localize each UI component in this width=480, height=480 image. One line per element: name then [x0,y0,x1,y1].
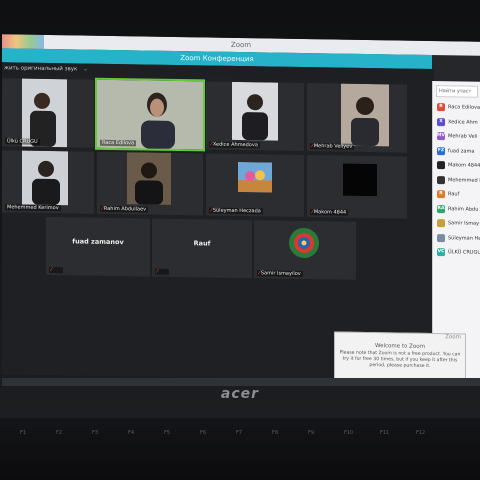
participant-name: ⁄Xedice Ahmedova [209,141,260,149]
participant-list-item[interactable]: Süleyman He [433,231,480,246]
participant-avatar [437,175,445,184]
participant-list-item[interactable]: R Rauf [433,187,480,202]
participant-avatar: R [437,190,445,199]
function-key: F3 [92,430,99,436]
participant-photo [22,150,68,206]
participant-name: ⁄Süleyman Heczada [209,207,263,215]
muted-mic-icon: ⁄ [211,141,212,148]
participant-name: Raca Edilova [100,139,137,147]
participant-photo [97,79,203,150]
popup-body: Please note that Zoom is not a free prod… [339,350,461,369]
participant-photo [341,83,389,147]
participant-photo [232,81,278,141]
keyboard: F1 F2 F3 F4 F5 F6 F7 F8 F9 F10 F11 F12 [0,418,480,480]
function-key: F10 [344,430,354,436]
video-tile[interactable]: Mehemmed Kerimov [2,150,94,214]
participant-list-name: Raca Edilova [448,104,480,112]
function-key: F6 [200,430,207,436]
function-key: F12 [416,430,426,436]
participant-list-name: Makom 4844 [448,162,480,170]
participant-list-item[interactable]: R Raca Edilova [433,100,480,115]
screen: Zoom Zoom Конференция жить оригинальный … [2,34,480,382]
participant-list-name: Süleyman He [448,235,480,242]
participant-name: Mehemmed Kerimov [5,204,61,212]
participant-list-item[interactable]: X Xedice Ahm [433,115,480,130]
participant-avatar: VC [437,248,445,257]
participant-list-name: Rahim Abdu [448,206,479,213]
participant-list-item[interactable]: Samir Ismay [433,216,480,231]
participant-list-name: ÜLKÜ CRUGU [448,249,480,257]
participant-avatar: MV [437,132,445,141]
video-tile[interactable]: ⁄Samir Ismayilov [254,220,356,280]
background-window-strip [2,34,44,49]
muted-mic-icon: ⁄ [312,143,313,150]
video-tile[interactable]: fuad zamanov ⁄ [46,216,150,277]
function-key: F7 [236,430,243,436]
function-key: F4 [128,430,135,436]
participant-avatar [343,163,377,197]
emblem-avatar [288,227,320,260]
participant-list-item[interactable]: FZ fuad zama [433,144,480,159]
participant-list-item[interactable]: VC ÜLKÜ CRUGU [433,245,480,260]
video-tile[interactable]: Rauf ⁄ [152,218,252,279]
muted-mic-icon: ⁄ [211,207,212,214]
participant-list-item[interactable]: RA Rahim Abdu [433,202,480,217]
popup-title: Zoom [445,334,461,341]
participant-display-name: fuad zamanov [72,237,124,246]
popup-heading: Welcome to Zoom [374,343,426,350]
function-key: F5 [164,430,171,436]
video-tile[interactable]: ⁄Xedice Ahmedova [206,81,304,151]
video-tile[interactable]: Ülkü CRUGU [2,78,94,148]
participant-display-name: Rauf [193,238,211,248]
participant-avatar: X [437,117,445,126]
muted-mic-icon: ⁄ [312,209,313,216]
video-tile-active-speaker[interactable]: Raca Edilova [95,77,205,152]
original-audio-toggle[interactable]: жить оригинальный звук [4,65,77,72]
participant-photo [127,152,171,205]
zoom-notification-popup[interactable]: Zoom Welcome to Zoom Please note that Zo… [334,331,466,382]
video-tile[interactable]: ⁄Makom 4844 [307,155,407,219]
function-key: F1 [20,430,27,436]
video-tile[interactable]: ⁄Mehrab Veliyev [307,83,407,153]
participant-avatar [238,161,272,193]
participant-list-name: Mehrab Veli [448,133,478,140]
chevron-down-icon[interactable]: ⌄ [83,67,88,73]
participant-avatar: FZ [437,146,445,155]
video-tile[interactable]: ⁄Süleyman Heczada [206,153,304,217]
participant-search-input[interactable]: Найти участ [436,85,478,98]
function-key: F2 [56,430,63,436]
participant-name: ⁄Makom 4844 [310,209,349,216]
muted-mic-icon: ⁄ [155,268,169,275]
function-key: F8 [272,430,279,436]
laptop-brand-logo: acer [220,386,260,402]
participant-name: ⁄Samir Ismayilov [257,270,303,277]
function-key: F11 [380,430,390,436]
participant-avatar [437,219,445,228]
participant-name: ⁄Mehrab Veliyev [310,143,355,150]
taskbar [2,378,480,386]
participant-list-item[interactable]: MV Mehrab Veli [433,129,480,144]
participant-avatar: R [437,103,445,112]
conference-title: Zoom Конференция [180,54,254,64]
participant-list-name: Xedice Ahm [448,119,478,126]
participant-list: R Raca Edilova X Xedice Ahm MV Mehrab Veli FZ f… [433,100,480,260]
participant-list-name: Rauf [448,191,460,198]
muted-mic-icon: ⁄ [259,270,260,277]
participant-avatar [437,233,445,242]
muted-mic-icon: ⁄ [102,205,103,212]
participant-list-name: Mehemmed K [448,177,480,184]
participant-list-item[interactable]: Makom 4844 [433,158,480,173]
participant-name: ⁄Rahim Abdullaev [100,205,149,213]
muted-mic-icon: ⁄ [49,266,63,274]
function-key: F9 [308,430,315,436]
participant-list-name: Samir Ismay [448,220,480,227]
participant-avatar: RA [437,204,445,213]
participant-name: Ülkü CRUGU [5,138,40,145]
participant-list-item[interactable]: Mehemmed K [433,173,480,188]
participant-photo [22,78,67,148]
participant-avatar [437,161,445,170]
video-tile[interactable]: ⁄Rahim Abdullaev [97,151,203,216]
window-title: Zoom [230,40,252,50]
participant-list-name: fuad zama [448,148,475,155]
